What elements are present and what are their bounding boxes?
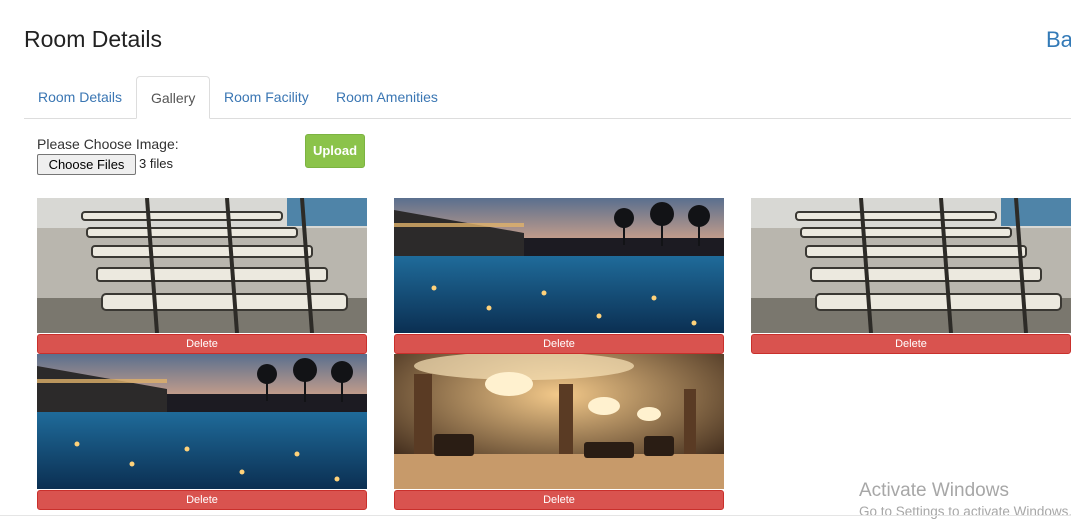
delete-button[interactable]: Delete (394, 334, 724, 354)
gallery-item: Delete (37, 354, 367, 510)
gallery-image-pool-night (37, 354, 367, 489)
selected-file-count: 3 files (139, 156, 173, 171)
gallery-image-pool-loungers (751, 198, 1071, 333)
watermark-subtitle: Go to Settings to activate Windows. (859, 504, 1071, 519)
tab-room-amenities[interactable]: Room Amenities (322, 76, 452, 119)
tab-gallery[interactable]: Gallery (136, 76, 211, 119)
tab-room-details[interactable]: Room Details (24, 76, 136, 119)
gallery-item: Delete (394, 198, 724, 354)
back-link[interactable]: Ba (1046, 27, 1071, 53)
gallery-image-pool-loungers (37, 198, 367, 333)
delete-button[interactable]: Delete (37, 334, 367, 354)
delete-button[interactable]: Delete (394, 490, 724, 510)
gallery-image-pool-night (394, 198, 724, 333)
watermark-title: Activate Windows (859, 480, 1009, 501)
windows-activation-watermark: Activate Windows Go to Settings to activ… (859, 480, 1071, 519)
gallery-image-hotel-lobby (394, 354, 724, 489)
choose-files-button[interactable]: Choose Files (37, 154, 136, 175)
tab-room-facility[interactable]: Room Facility (210, 76, 323, 119)
gallery-item: Delete (37, 198, 367, 354)
page-bottom-divider (0, 515, 1071, 516)
page-title: Room Details (24, 26, 163, 52)
choose-image-label: Please Choose Image: (37, 136, 179, 152)
upload-button[interactable]: Upload (305, 134, 365, 168)
gallery-item: Delete (751, 198, 1071, 354)
delete-button[interactable]: Delete (751, 334, 1071, 354)
delete-button[interactable]: Delete (37, 490, 367, 510)
gallery-item: Delete (394, 354, 724, 510)
tab-bar: Room Details Gallery Room Facility Room … (24, 76, 1071, 119)
